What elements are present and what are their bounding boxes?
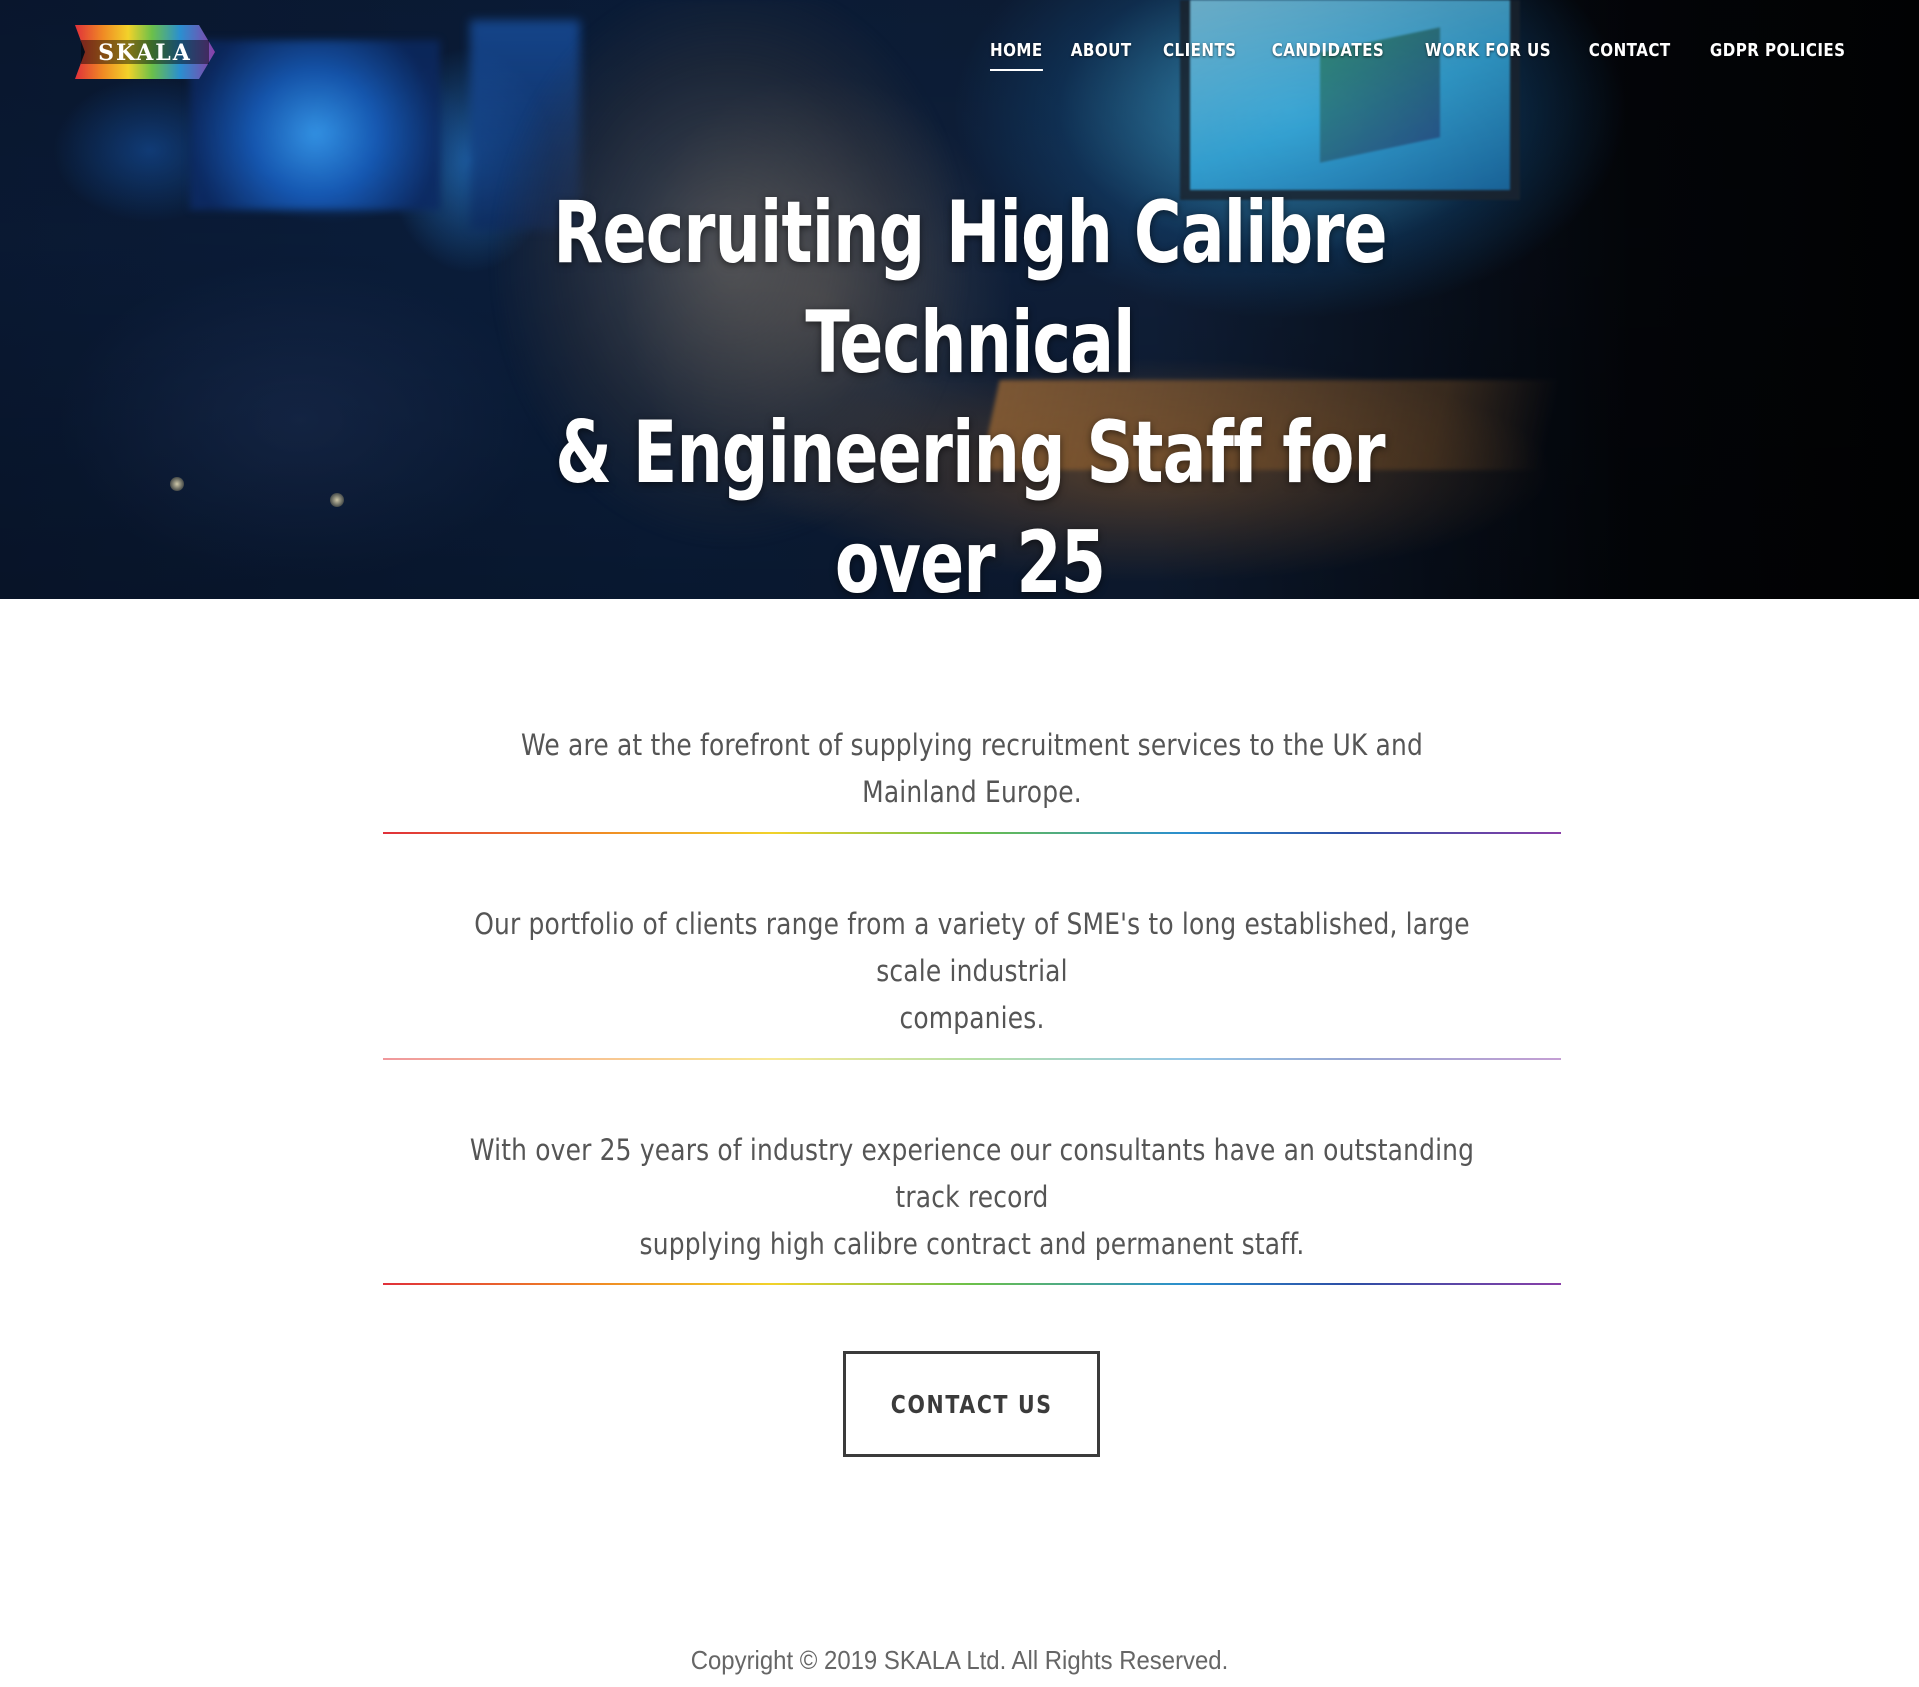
nav-item-about[interactable]: About xyxy=(1059,36,1145,75)
skala-logo[interactable]: SKALA xyxy=(75,25,215,79)
contact-us-button[interactable]: Contact Us xyxy=(843,1351,1100,1457)
skala-logo-graphic: SKALA xyxy=(75,25,215,79)
hero-title-line: Recruiting High Calibre Technical xyxy=(553,183,1387,393)
experience-paragraph: With over 25 years of industry experienc… xyxy=(465,1127,1478,1268)
clients-text-line: Our portfolio of clients range from a va… xyxy=(474,907,1470,988)
footer: Copyright © 2019 SKALA Ltd. All Rights R… xyxy=(77,1640,1842,1680)
nav-item-candidates[interactable]: Candidates xyxy=(1259,36,1397,75)
experience-text-line: With over 25 years of industry experienc… xyxy=(469,1133,1475,1214)
nav-item-contact[interactable]: Contact xyxy=(1576,36,1683,75)
clients-text-line: companies. xyxy=(899,1001,1045,1035)
intro-text: We are at the forefront of supplying rec… xyxy=(521,728,1423,809)
nav-item-gdpr-policies[interactable]: GDPR Policies xyxy=(1697,36,1858,75)
rainbow-divider xyxy=(383,832,1561,834)
hero-banner: SKALA Home About Clients Candidates Work… xyxy=(0,0,1919,599)
copyright-text: Copyright © 2019 SKALA Ltd. All Rights R… xyxy=(690,1645,1229,1675)
clients-paragraph: Our portfolio of clients range from a va… xyxy=(465,901,1478,1042)
rainbow-divider xyxy=(383,1283,1561,1285)
hero-title: Recruiting High Calibre Technical & Engi… xyxy=(474,178,1465,599)
main-navigation: Home About Clients Candidates Work for U… xyxy=(976,36,1867,75)
hero-title-line: & Engineering Staff for over 25 xyxy=(555,403,1385,599)
rainbow-divider xyxy=(383,1058,1561,1060)
contact-us-button-label: Contact Us xyxy=(890,1389,1053,1419)
intro-paragraph: We are at the forefront of supplying rec… xyxy=(465,722,1478,816)
svg-text:SKALA: SKALA xyxy=(98,40,192,66)
nav-item-work-for-us[interactable]: Work for Us xyxy=(1413,36,1564,75)
nav-item-home[interactable]: Home xyxy=(977,36,1055,75)
experience-text-line: supplying high calibre contract and perm… xyxy=(639,1227,1305,1261)
nav-item-clients[interactable]: Clients xyxy=(1150,36,1249,75)
